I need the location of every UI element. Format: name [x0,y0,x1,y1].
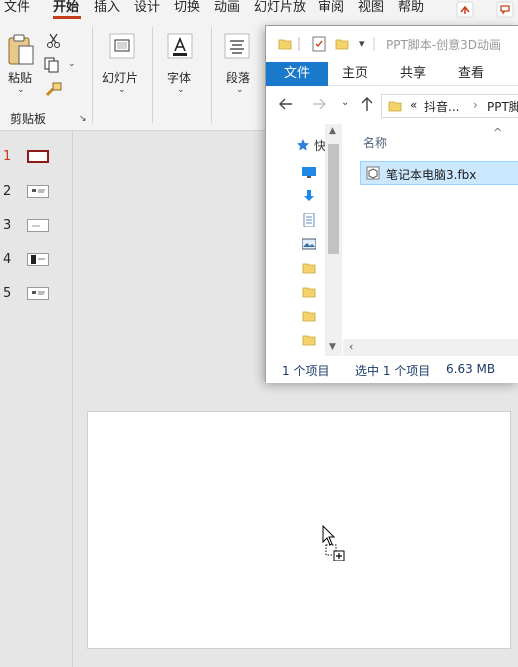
new-folder-icon[interactable] [335,37,349,54]
forward-arrow-icon[interactable] [311,97,327,114]
folder-icon[interactable] [302,333,316,347]
pictures-icon[interactable] [301,237,317,251]
tab-view[interactable]: 视图 [358,0,384,19]
comment-icon[interactable] [494,0,516,19]
slide-number: 5 [3,286,12,301]
divider-icon [372,35,376,56]
clipboard-launcher-icon[interactable]: ↘ [79,114,87,124]
tab-review[interactable]: 审阅 [318,0,344,19]
slide-number: 3 [3,218,12,233]
paragraph-chevron-icon[interactable]: ⌄ [236,85,244,95]
file-name[interactable]: 笔记本电脑3.fbx [386,166,476,183]
slide-number: 2 [3,184,12,199]
explorer-title-bar[interactable]: ▾ PPT脚本-创意3D动画 [266,26,518,62]
star-icon[interactable] [296,138,310,155]
3d-file-icon [366,166,380,183]
ribbon-separator [152,27,153,123]
font-label[interactable]: 字体 [167,69,191,86]
tab-share[interactable]: 共享 [400,62,426,86]
ribbon-separator [211,27,212,123]
tab-slideshow[interactable]: 幻灯片放 [254,0,306,19]
folder-icon[interactable] [302,309,316,323]
slide-thumbnail-active[interactable] [27,150,49,163]
tab-file[interactable]: 文件 [4,0,30,19]
paragraph-icon[interactable] [224,33,250,62]
tab-design[interactable]: 设计 [134,0,160,19]
nav-vertical-scrollbar[interactable]: ▲ ▼ [325,124,342,356]
breadcrumb-separator[interactable]: › [473,98,478,112]
folder-icon [278,37,292,54]
tab-file[interactable]: 文件 [266,62,328,86]
paragraph-label[interactable]: 段落 [226,69,250,86]
up-arrow-icon[interactable] [360,96,374,115]
explorer-ribbon-tabs: 文件 主页 共享 查看 [266,62,518,86]
share-icon[interactable] [454,0,476,19]
folder-icon[interactable] [302,285,316,299]
tab-help[interactable]: 帮助 [398,0,424,19]
tab-home[interactable]: 主页 [342,62,368,86]
selection-size: 6.63 MB [446,362,496,376]
column-header-name[interactable]: 名称 [363,134,387,151]
tab-view[interactable]: 查看 [458,62,484,86]
breadcrumb-item[interactable]: 抖音... [424,98,459,115]
file-list-pane[interactable]: ^ 名称 笔记本电脑3.fbx [343,124,518,339]
item-count: 1 个项目 [282,364,330,378]
documents-icon[interactable] [302,212,316,228]
slide-thumbnail[interactable] [27,185,49,198]
quick-access-chevron-icon[interactable]: ▾ [359,37,365,50]
file-row-selected[interactable]: 笔记本电脑3.fbx [360,161,518,185]
slide-canvas[interactable] [87,411,511,649]
copy-chevron-icon[interactable]: ⌄ [68,59,76,69]
folder-icon[interactable] [302,261,316,275]
desktop-icon[interactable] [302,165,316,179]
breadcrumb-item[interactable]: PPT脚 [487,98,518,115]
paste-icon[interactable] [6,33,36,70]
sort-ascending-icon[interactable]: ^ [493,126,502,139]
clipboard-group-label: 剪贴板 [10,112,47,126]
ppt-menu-bar: 文件 开始 插入 设计 切换 动画 幻灯片放 审阅 视图 帮助 [0,0,518,19]
tab-insert[interactable]: 插入 [94,0,120,19]
scroll-down-icon[interactable]: ▼ [329,342,336,352]
navigation-bar: ⌄ « 抖音... › PPT脚 [266,86,518,124]
paste-chevron-icon[interactable]: ⌄ [17,85,25,95]
slide-thumbnail[interactable] [27,287,49,300]
slides-chevron-icon[interactable]: ⌄ [118,85,126,95]
ribbon-separator [92,27,93,123]
font-chevron-icon[interactable]: ⌄ [177,85,185,95]
font-color-icon[interactable] [167,33,193,62]
breadcrumb-overflow[interactable]: « [410,98,417,112]
slides-label[interactable]: 幻灯片 [102,69,138,86]
cut-icon[interactable] [46,33,62,52]
tab-transitions[interactable]: 切换 [174,0,200,19]
properties-icon[interactable] [311,36,327,55]
scroll-up-icon[interactable]: ▲ [329,126,336,136]
status-bar: 1 个项目 选中 1 个项目 6.63 MB [266,356,518,383]
paste-label[interactable]: 粘贴 [8,69,32,86]
selection-count: 选中 1 个项目 [355,364,431,378]
folder-icon [388,99,402,116]
new-slide-icon[interactable] [109,33,135,62]
tab-animations[interactable]: 动画 [214,0,240,19]
slide-number: 4 [3,252,12,267]
copy-icon[interactable] [44,57,62,76]
downloads-icon[interactable] [302,189,316,203]
scrollbar-thumb[interactable] [328,144,339,254]
file-explorer-window[interactable]: ▾ PPT脚本-创意3D动画 文件 主页 共享 查看 ⌄ « 抖音... › P… [265,25,518,383]
recent-locations-chevron-icon[interactable]: ⌄ [341,97,349,108]
format-painter-icon[interactable] [45,81,63,100]
horizontal-scrollbar[interactable]: ‹ [343,339,518,356]
slide-thumbnail[interactable] [27,253,49,266]
slide-thumbnail[interactable] [27,219,49,232]
drag-copy-cursor-icon [322,524,346,562]
window-title: PPT脚本-创意3D动画 [386,38,502,52]
divider-icon [297,35,301,56]
slide-number: 1 [3,149,12,164]
slide-thumbnail-pane[interactable]: 1 2 3 4 5 [0,131,73,667]
address-bar[interactable]: « 抖音... › PPT脚 [381,94,518,118]
scroll-left-icon[interactable]: ‹ [349,340,353,353]
back-arrow-icon[interactable] [278,97,294,114]
